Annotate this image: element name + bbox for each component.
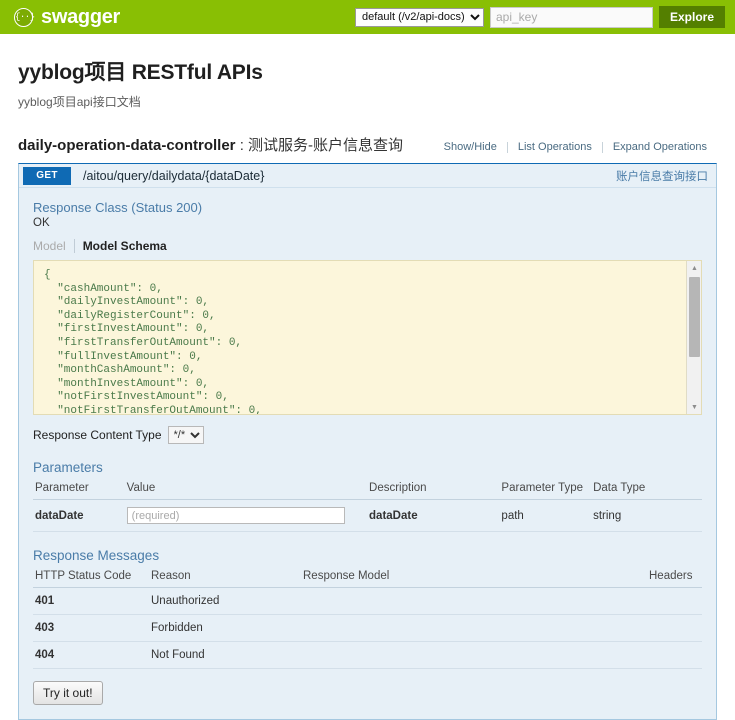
swagger-braces-icon: {··} [14, 7, 35, 27]
response-class-status: OK [33, 217, 50, 229]
th-parameter-type: Parameter Type [499, 479, 592, 500]
operation-method-badge: GET [23, 166, 71, 185]
response-content-type-label: Response Content Type [33, 428, 162, 442]
try-it-out-button[interactable]: Try it out! [33, 681, 103, 705]
response-content-type-select[interactable]: */* [167, 426, 204, 444]
status-response-model [301, 614, 647, 642]
parameters-title: Parameters [33, 460, 103, 475]
parameter-type: path [499, 499, 592, 532]
scrollbar-thumb[interactable] [689, 277, 700, 357]
parameter-data-type: string [591, 499, 702, 532]
status-code: 401 [33, 587, 149, 615]
status-reason: Forbidden [149, 614, 301, 642]
resource-header: daily-operation-data-controller : 测试服务-账… [0, 134, 735, 155]
status-headers [647, 641, 702, 669]
swagger-logo[interactable]: {··} swagger [14, 6, 120, 29]
th-headers: Headers [647, 567, 702, 588]
tab-model-schema[interactable]: Model Schema [73, 239, 175, 253]
page-header: yyblog项目 RESTful APIs yyblog项目api接口文档 [0, 34, 735, 110]
resource-title[interactable]: daily-operation-data-controller : 测试服务-账… [18, 134, 403, 155]
operation-block: GET /aitou/query/dailydata/{dataDate} 账户… [18, 163, 717, 720]
show-hide-link[interactable]: Show/Hide [434, 141, 507, 153]
table-row: 404 Not Found [33, 641, 702, 669]
top-bar-form: default (/v2/api-docs) Explore [354, 6, 725, 28]
scroll-down-icon[interactable]: ▼ [687, 400, 701, 414]
resource-description: 测试服务-账户信息查询 [248, 137, 404, 154]
operation-path[interactable]: /aitou/query/dailydata/{dataDate} [83, 169, 264, 183]
parameter-value-cell [124, 499, 368, 532]
scroll-up-icon[interactable]: ▲ [687, 261, 701, 275]
operation-heading[interactable]: GET /aitou/query/dailydata/{dataDate} 账户… [19, 164, 716, 188]
list-operations-link[interactable]: List Operations [508, 141, 602, 153]
status-code: 403 [33, 614, 149, 642]
th-description: Description [367, 479, 500, 500]
table-row: 403 Forbidden [33, 614, 702, 642]
status-reason: Not Found [149, 641, 301, 669]
api-docs-select[interactable]: default (/v2/api-docs) [354, 7, 484, 27]
page-subtitle: yyblog项目api接口文档 [18, 95, 141, 109]
model-schema-panel: { "cashAmount": 0, "dailyInvestAmount": … [33, 260, 702, 415]
model-schema-json[interactable]: { "cashAmount": 0, "dailyInvestAmount": … [34, 261, 701, 414]
response-messages-title: Response Messages [33, 548, 160, 563]
model-schema-scrollbar[interactable]: ▲ ▼ [686, 261, 701, 414]
api-key-input[interactable] [489, 6, 653, 28]
status-response-model [301, 641, 647, 669]
parameter-description: dataDate [367, 499, 500, 532]
parameter-name: dataDate [33, 499, 125, 532]
resource-separator: : [235, 137, 249, 154]
status-reason: Unauthorized [149, 587, 301, 615]
tab-model[interactable]: Model [33, 239, 74, 253]
th-reason: Reason [149, 567, 301, 588]
status-headers [647, 614, 702, 642]
th-http-status-code: HTTP Status Code [33, 567, 149, 588]
th-response-model: Response Model [301, 567, 647, 588]
operation-body: Response Class (Status 200) OK Model Mod… [19, 188, 716, 719]
resource-links: Show/Hide List Operations Expand Operati… [434, 141, 717, 153]
response-messages-table: HTTP Status Code Reason Response Model H… [33, 567, 702, 669]
parameters-header-row: Parameter Value Description Parameter Ty… [33, 479, 702, 500]
table-row: dataDate dataDate path string [33, 499, 702, 532]
th-parameter: Parameter [33, 479, 125, 500]
table-row: 401 Unauthorized [33, 587, 702, 615]
th-value: Value [124, 479, 368, 500]
response-content-type-row: Response Content Type */* [33, 426, 702, 444]
status-response-model [301, 587, 647, 615]
response-messages-header-row: HTTP Status Code Reason Response Model H… [33, 567, 702, 588]
explore-button[interactable]: Explore [658, 6, 725, 28]
th-data-type: Data Type [591, 479, 702, 500]
model-tabs: Model Model Schema [33, 239, 702, 253]
parameter-value-input[interactable] [126, 507, 345, 524]
expand-operations-link[interactable]: Expand Operations [603, 141, 717, 153]
response-class-title: Response Class (Status 200) [33, 200, 203, 215]
top-bar: {··} swagger default (/v2/api-docs) Expl… [0, 0, 735, 34]
status-code: 404 [33, 641, 149, 669]
page-title: yyblog项目 RESTful APIs [18, 61, 263, 84]
status-headers [647, 587, 702, 615]
swagger-logo-text: swagger [41, 5, 121, 28]
resource-name: daily-operation-data-controller [18, 137, 236, 154]
operation-summary: 账户信息查询接口 [616, 170, 708, 183]
parameters-table: Parameter Value Description Parameter Ty… [33, 479, 702, 532]
